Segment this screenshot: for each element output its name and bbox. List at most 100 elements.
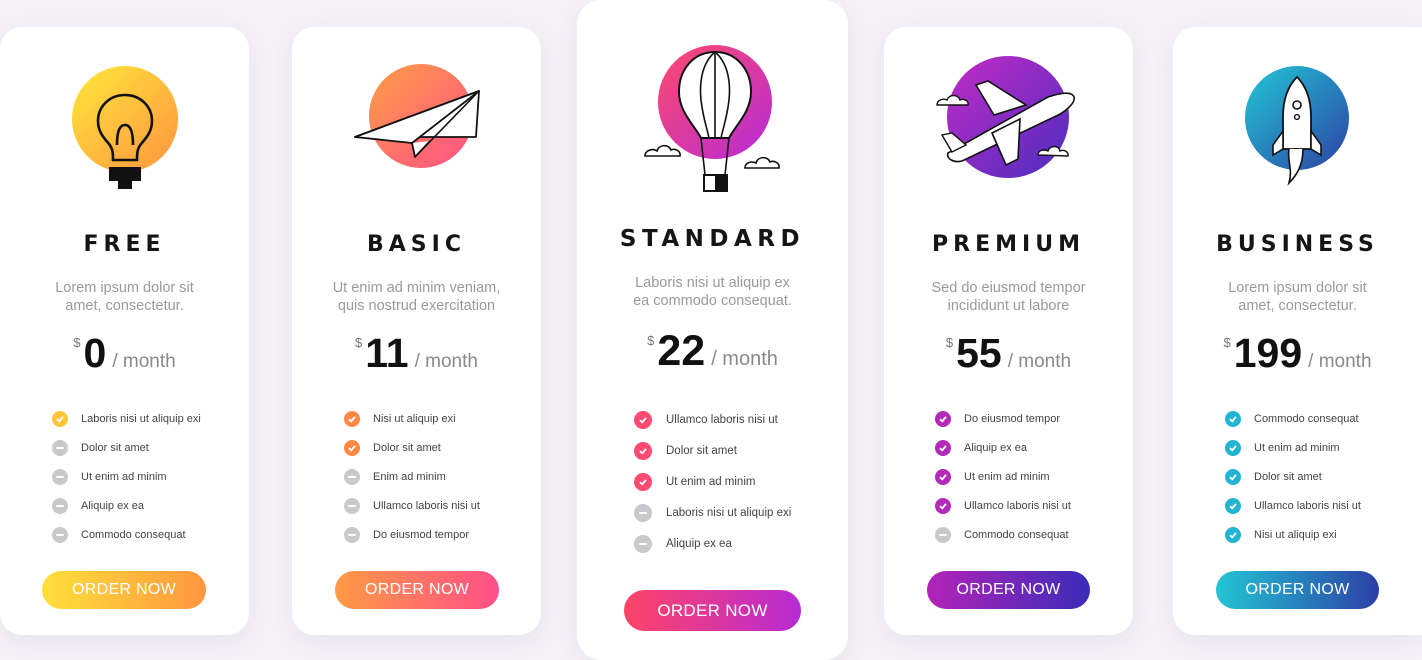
check-icon — [634, 472, 652, 491]
plan-card-basic: BASIC Ut enim ad minim veniam, quis nost… — [292, 27, 541, 635]
plan-title: PREMIUM — [932, 232, 1085, 257]
feature-label: Enim ad minim — [373, 470, 446, 483]
plan-price: $22/ month — [577, 327, 848, 376]
plan-title: STANDARD — [619, 226, 806, 252]
feature-item: Ut enim ad minim — [935, 462, 1071, 491]
feature-list: Nisi ut aliquip exi Dolor sit amet Enim … — [344, 404, 480, 549]
feature-label: Do eiusmod tempor — [373, 528, 469, 541]
feature-label: Aliquip ex ea — [666, 537, 732, 550]
order-now-button[interactable]: ORDER NOW — [624, 590, 801, 631]
check-icon — [1225, 410, 1241, 427]
feature-item: Dolor sit amet — [344, 433, 480, 462]
currency-symbol: $ — [1223, 335, 1231, 350]
plan-description-line: quis nostrud exercitation — [337, 298, 496, 314]
feature-label: Ullamco laboris nisi ut — [1254, 499, 1361, 512]
feature-item: Nisi ut aliquip exi — [344, 404, 480, 433]
plan-description: Lorem ipsum dolor sit amet, consectetur. — [0, 279, 249, 315]
price-period: / month — [1308, 351, 1372, 372]
check-icon — [1225, 468, 1241, 485]
feature-label: Laboris nisi ut aliquip exi — [666, 506, 792, 519]
minus-icon — [634, 503, 652, 522]
plan-description-line: amet, consectetur. — [1238, 298, 1357, 314]
feature-item: Ut enim ad minim — [634, 466, 791, 497]
plan-description: Laboris nisi ut aliquip ex ea commodo co… — [577, 274, 848, 310]
price-period: / month — [711, 348, 778, 370]
plan-description: Sed do eiusmod tempor incididunt ut labo… — [884, 279, 1133, 315]
feature-label: Dolor sit amet — [81, 441, 149, 454]
feature-item: Ut enim ad minim — [1225, 433, 1361, 462]
minus-icon — [344, 497, 360, 514]
feature-item: Ullamco laboris nisi ut — [634, 404, 791, 435]
check-icon — [935, 468, 951, 485]
feature-item: Aliquip ex ea — [52, 491, 201, 520]
feature-label: Do eiusmod tempor — [964, 412, 1060, 425]
minus-icon — [52, 526, 68, 543]
feature-label: Aliquip ex ea — [81, 499, 144, 512]
price-amount: 199 — [1233, 330, 1303, 376]
feature-label: Ut enim ad minim — [964, 470, 1050, 483]
feature-label: Ullamco laboris nisi ut — [964, 499, 1071, 512]
feature-item: Dolor sit amet — [1225, 462, 1361, 491]
currency-symbol: $ — [355, 335, 363, 350]
hot-air-balloon-icon — [643, 40, 783, 196]
paper-plane-icon — [352, 63, 486, 173]
check-icon — [1225, 526, 1241, 543]
price-amount: 55 — [956, 330, 1002, 376]
minus-icon — [52, 497, 68, 514]
airplane-icon — [936, 55, 1086, 183]
check-icon — [344, 439, 360, 456]
feature-label: Nisi ut aliquip exi — [373, 412, 456, 425]
plan-description-line: ea commodo consequat. — [633, 293, 792, 309]
plan-card-business: BUSINESS Lorem ipsum dolor sit amet, con… — [1173, 27, 1422, 635]
order-now-button[interactable]: ORDER NOW — [927, 571, 1090, 609]
feature-item: Laboris nisi ut aliquip exi — [634, 497, 791, 528]
check-icon — [634, 441, 652, 460]
order-now-button[interactable]: ORDER NOW — [335, 571, 499, 609]
check-icon — [1225, 497, 1241, 514]
feature-item: Enim ad minim — [344, 462, 480, 491]
plan-description: Lorem ipsum dolor sit amet, consectetur. — [1173, 279, 1422, 315]
order-now-button[interactable]: ORDER NOW — [1216, 571, 1379, 609]
plan-title: BASIC — [367, 232, 466, 257]
check-icon — [344, 410, 360, 427]
price-period: / month — [112, 351, 176, 372]
feature-item: Ut enim ad minim — [52, 462, 201, 491]
feature-label: Commodo consequat — [964, 528, 1069, 541]
feature-label: Dolor sit amet — [666, 444, 737, 457]
feature-label: Aliquip ex ea — [964, 441, 1027, 454]
price-amount: 22 — [657, 327, 706, 375]
plan-description-line: Lorem ipsum dolor sit — [55, 280, 194, 296]
minus-icon — [634, 534, 652, 553]
order-now-button[interactable]: ORDER NOW — [42, 571, 206, 609]
plan-card-free: FREE Lorem ipsum dolor sit amet, consect… — [0, 27, 249, 635]
feature-item: Aliquip ex ea — [935, 433, 1071, 462]
check-icon — [1225, 439, 1241, 456]
check-icon — [935, 439, 951, 456]
feature-item: Commodo consequat — [52, 520, 201, 549]
feature-label: Ut enim ad minim — [81, 470, 167, 483]
plan-title: FREE — [83, 232, 166, 257]
price-period: / month — [414, 351, 478, 372]
feature-item: Do eiusmod tempor — [935, 404, 1071, 433]
feature-item: Commodo consequat — [1225, 404, 1361, 433]
feature-label: Commodo consequat — [81, 528, 186, 541]
feature-item: Nisi ut aliquip exi — [1225, 520, 1361, 549]
feature-label: Ullamco laboris nisi ut — [373, 499, 480, 512]
plan-description-line: Laboris nisi ut aliquip ex — [635, 275, 790, 291]
feature-item: Commodo consequat — [935, 520, 1071, 549]
minus-icon — [344, 468, 360, 485]
check-icon — [935, 410, 951, 427]
feature-label: Nisi ut aliquip exi — [1254, 528, 1337, 541]
feature-item: Laboris nisi ut aliquip exi — [52, 404, 201, 433]
feature-label: Laboris nisi ut aliquip exi — [81, 412, 201, 425]
feature-list: Commodo consequat Ut enim ad minim Dolor… — [1225, 404, 1361, 549]
feature-label: Ut enim ad minim — [1254, 441, 1340, 454]
plan-title: BUSINESS — [1216, 232, 1379, 257]
plan-price: $11/ month — [292, 330, 541, 377]
lightbulb-icon — [71, 65, 179, 195]
minus-icon — [344, 526, 360, 543]
currency-symbol: $ — [945, 335, 954, 350]
check-icon — [935, 497, 951, 514]
feature-item: Ullamco laboris nisi ut — [344, 491, 480, 520]
plan-description-line: Lorem ipsum dolor sit — [1228, 280, 1367, 296]
